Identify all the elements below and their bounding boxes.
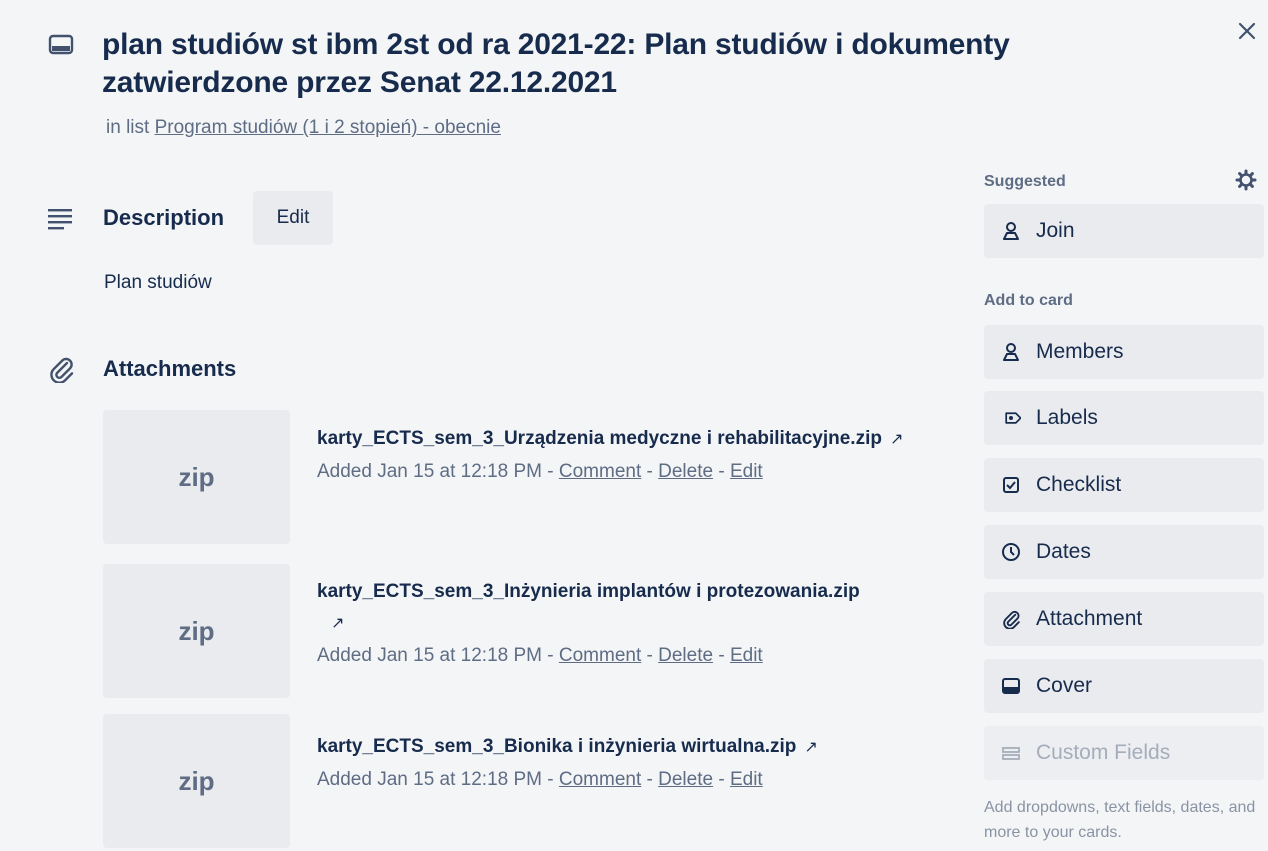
labels-button[interactable]: Labels xyxy=(984,391,1264,445)
external-link-icon: ↗ xyxy=(804,739,818,756)
cover-button[interactable]: Cover xyxy=(984,659,1264,713)
attachment-item: zip karty_ECTS_sem_3_Inżynieria implantó… xyxy=(103,564,1003,698)
members-button[interactable]: Members xyxy=(984,325,1264,379)
dates-label: Dates xyxy=(1036,540,1091,563)
paperclip-icon xyxy=(1000,608,1022,630)
attachment-thumbnail[interactable]: zip xyxy=(103,410,290,544)
tag-icon xyxy=(1000,407,1022,429)
attachment-added-date: Added Jan 15 at 12:18 PM xyxy=(317,645,542,666)
attachment-name-text[interactable]: karty_ECTS_sem_3_Inżynieria implantów i … xyxy=(317,581,860,602)
suggested-settings-button[interactable] xyxy=(1231,167,1261,197)
attachment-meta: Added Jan 15 at 12:18 PM - Comment - Del… xyxy=(317,461,763,482)
checkbox-icon xyxy=(1000,474,1022,496)
close-button[interactable] xyxy=(1232,18,1262,48)
attachment-label: Attachment xyxy=(1036,607,1143,630)
custom-fields-label: Custom Fields xyxy=(1036,741,1171,764)
attachment-added-date: Added Jan 15 at 12:18 PM xyxy=(317,461,542,482)
members-label: Members xyxy=(1036,340,1124,363)
checklist-button[interactable]: Checklist xyxy=(984,458,1264,512)
attachment-info: karty_ECTS_sem_3_Bionika i inżynieria wi… xyxy=(317,731,957,796)
comment-link[interactable]: Comment xyxy=(559,461,641,482)
clock-icon xyxy=(1000,541,1022,563)
delete-link[interactable]: Delete xyxy=(658,645,713,666)
attachment-info: karty_ECTS_sem_3_Urządzenia medyczne i r… xyxy=(317,423,957,488)
attachment-meta: Added Jan 15 at 12:18 PM - Comment - Del… xyxy=(317,769,763,790)
comment-link[interactable]: Comment xyxy=(559,769,641,790)
attachment-item: zip karty_ECTS_sem_3_Bionika i inżynieri… xyxy=(103,714,1003,848)
external-link-icon: ↗ xyxy=(331,615,345,632)
custom-fields-icon xyxy=(1000,742,1022,764)
person-icon xyxy=(1000,341,1022,363)
join-label: Join xyxy=(1036,219,1075,242)
description-text[interactable]: Plan studiów xyxy=(104,272,212,294)
attachment-added-date: Added Jan 15 at 12:18 PM xyxy=(317,769,542,790)
add-to-card-heading: Add to card xyxy=(984,292,1073,309)
gear-icon xyxy=(1235,169,1257,196)
edit-link[interactable]: Edit xyxy=(730,461,763,482)
attachment-info: karty_ECTS_sem_3_Inżynieria implantów i … xyxy=(317,576,957,672)
attachment-name[interactable]: karty_ECTS_sem_3_Urządzenia medyczne i r… xyxy=(317,423,957,455)
attachment-name[interactable]: karty_ECTS_sem_3_Inżynieria implantów i … xyxy=(317,576,957,639)
attachment-thumbnail[interactable]: zip xyxy=(103,714,290,848)
custom-fields-note: Add dropdowns, text fields, dates, and m… xyxy=(984,799,1256,841)
delete-link[interactable]: Delete xyxy=(658,769,713,790)
in-list-prefix: in list xyxy=(106,117,150,138)
custom-fields-button[interactable]: Custom Fields xyxy=(984,726,1264,780)
attachment-name-text[interactable]: karty_ECTS_sem_3_Bionika i inżynieria wi… xyxy=(317,736,796,757)
list-link[interactable]: Program studiów (1 i 2 stopień) - obecni… xyxy=(155,117,501,138)
description-icon xyxy=(47,205,75,233)
attachment-item: zip karty_ECTS_sem_3_Urządzenia medyczne… xyxy=(103,410,1003,544)
join-button[interactable]: Join xyxy=(984,204,1264,258)
edit-link[interactable]: Edit xyxy=(730,645,763,666)
labels-label: Labels xyxy=(1036,406,1098,429)
paperclip-icon xyxy=(47,355,75,384)
attachment-button[interactable]: Attachment xyxy=(984,592,1264,646)
cover-label: Cover xyxy=(1036,674,1093,697)
description-heading: Description xyxy=(103,205,225,230)
checklist-label: Checklist xyxy=(1036,473,1122,496)
edit-description-button[interactable]: Edit xyxy=(253,191,333,245)
in-list-breadcrumb: in list Program studiów (1 i 2 stopień) … xyxy=(106,117,501,139)
attachment-name[interactable]: karty_ECTS_sem_3_Bionika i inżynieria wi… xyxy=(317,731,957,763)
attachment-meta: Added Jan 15 at 12:18 PM - Comment - Del… xyxy=(317,645,763,666)
card-icon xyxy=(48,34,74,56)
attachments-heading: Attachments xyxy=(103,356,237,381)
close-icon xyxy=(1238,22,1256,45)
attachment-thumbnail[interactable]: zip xyxy=(103,564,290,698)
person-icon xyxy=(1000,220,1022,242)
delete-link[interactable]: Delete xyxy=(658,461,713,482)
external-link-icon: ↗ xyxy=(889,431,904,448)
comment-link[interactable]: Comment xyxy=(559,645,641,666)
card-title[interactable]: plan studiów st ibm 2st od ra 2021-22: P… xyxy=(102,26,1112,102)
edit-link[interactable]: Edit xyxy=(730,769,763,790)
dates-button[interactable]: Dates xyxy=(984,525,1264,579)
cover-icon xyxy=(1000,675,1022,697)
suggested-heading: Suggested xyxy=(984,173,1066,190)
attachment-name-text[interactable]: karty_ECTS_sem_3_Urządzenia medyczne i r… xyxy=(317,428,882,449)
